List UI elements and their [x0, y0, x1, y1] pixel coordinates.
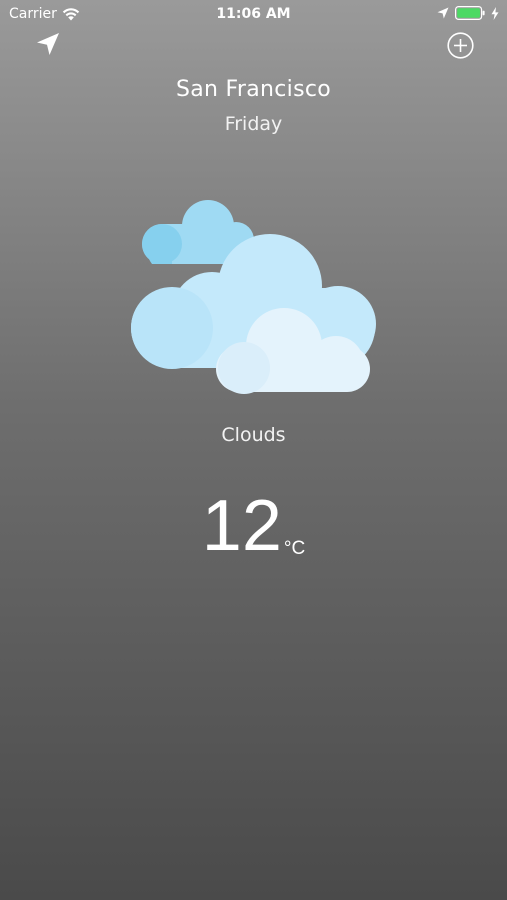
- charging-bolt-icon: [491, 6, 499, 20]
- city-name: San Francisco: [175, 77, 332, 102]
- day-name: Friday: [224, 113, 283, 135]
- status-right-group: [437, 6, 499, 20]
- clouds-icon: [131, 200, 376, 394]
- weather-condition: Clouds: [221, 424, 286, 446]
- status-bar: Carrier 11:06 AM: [0, 0, 507, 28]
- temperature-unit: °C: [283, 538, 306, 559]
- weather-screen: Carrier 11:06 AM San Francisco Friday Cl…: [0, 0, 507, 900]
- location-arrow-icon: [437, 7, 449, 19]
- add-location-button[interactable]: [447, 32, 474, 59]
- locate-button[interactable]: [34, 30, 62, 58]
- battery-icon: [455, 6, 485, 20]
- temperature-display: 12 °C: [0, 490, 507, 562]
- location-arrow-icon: [37, 33, 59, 55]
- temperature-value: 12: [201, 486, 282, 566]
- status-time: 11:06 AM: [216, 6, 291, 22]
